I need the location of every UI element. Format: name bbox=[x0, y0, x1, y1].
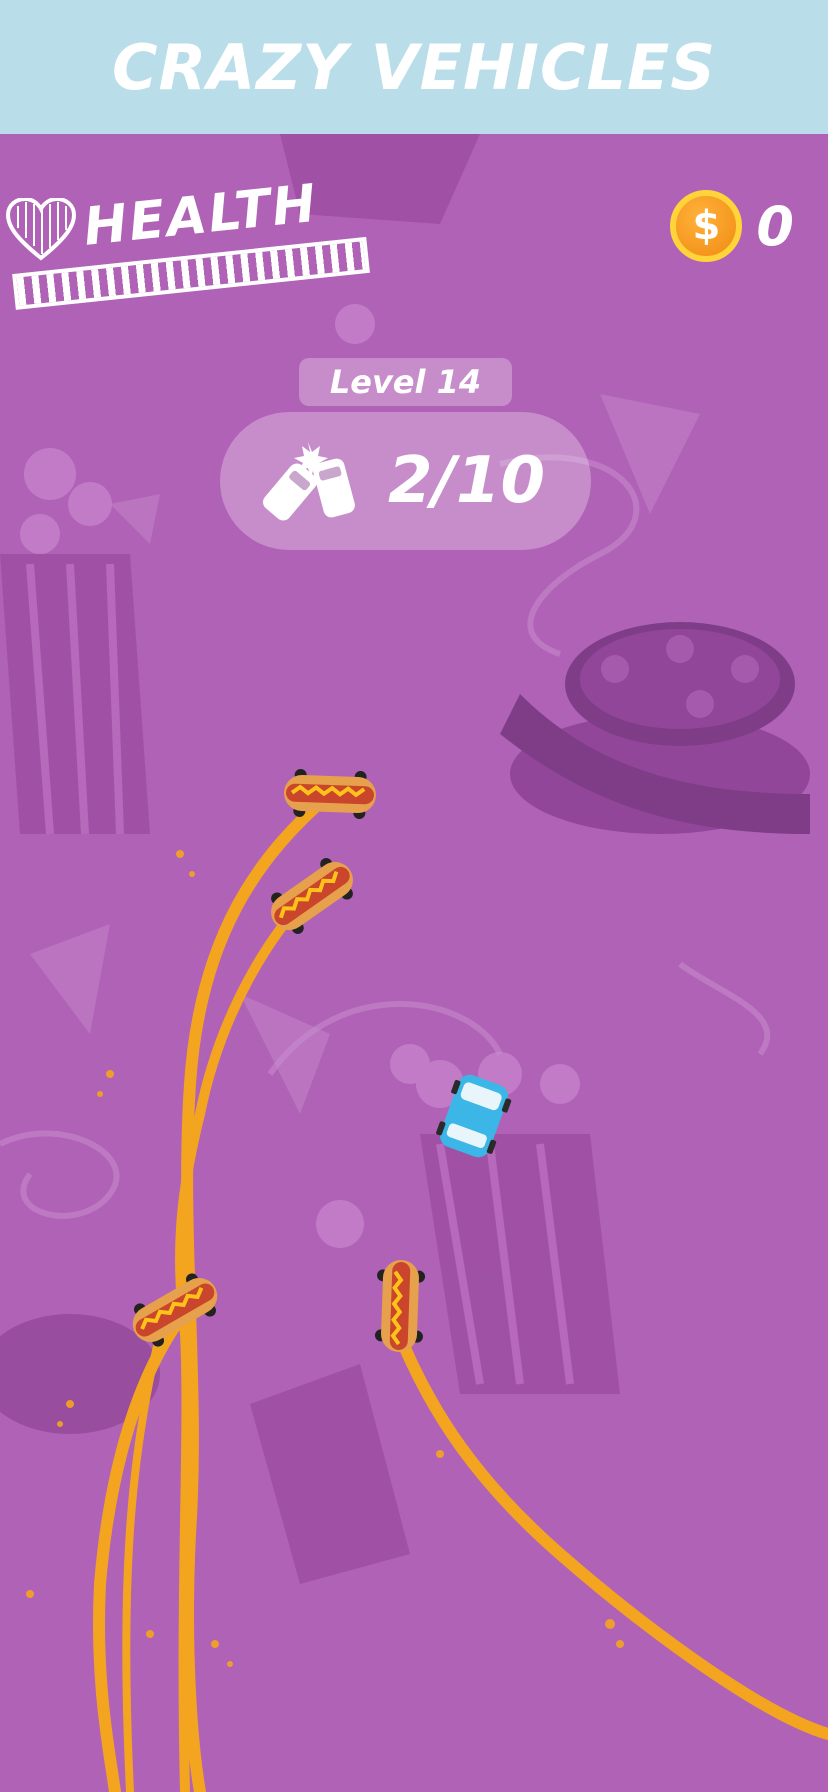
crash-count: 2/10 bbox=[388, 444, 545, 518]
hotdog-car-1 bbox=[284, 768, 376, 820]
hotdog-car-2 bbox=[271, 858, 353, 934]
game-title: CRAZY VEHICLES bbox=[112, 30, 716, 104]
player-car bbox=[436, 1074, 512, 1158]
play-field[interactable]: HEALTH $ 0 Level 14 2/10 bbox=[0, 134, 828, 1792]
coin-icon: $ bbox=[670, 190, 743, 262]
coin-count: 0 bbox=[756, 194, 794, 258]
hotdog-car-4 bbox=[374, 1260, 426, 1352]
coin-counter: $ 0 bbox=[670, 190, 794, 262]
crash-counter: 2/10 bbox=[220, 412, 591, 550]
title-banner: CRAZY VEHICLES bbox=[0, 0, 828, 134]
crash-cars-icon bbox=[263, 442, 355, 521]
hotdog-car-3 bbox=[132, 1273, 218, 1347]
heart-icon bbox=[6, 198, 76, 261]
health-meter: HEALTH bbox=[6, 168, 376, 328]
level-indicator: Level 14 bbox=[299, 358, 512, 406]
